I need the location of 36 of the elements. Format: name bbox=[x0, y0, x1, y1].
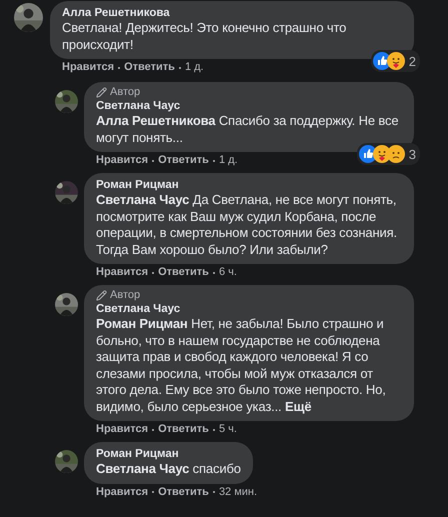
like-link[interactable]: Нравится bbox=[96, 423, 148, 436]
reaction-count: 3 bbox=[408, 146, 416, 162]
timestamp[interactable]: 6 ч. bbox=[218, 266, 237, 279]
reply-link[interactable]: Ответить bbox=[158, 486, 209, 498]
sad-face-icon bbox=[386, 145, 405, 163]
timestamp[interactable]: 32 мин. bbox=[218, 486, 258, 498]
commenter-name[interactable]: Алла Решетникова bbox=[62, 6, 402, 20]
reply-link[interactable]: Ответить bbox=[158, 266, 209, 279]
like-link[interactable]: Нравится bbox=[96, 154, 148, 167]
pencil-icon bbox=[96, 290, 107, 300]
timestamp[interactable]: 1 д. bbox=[184, 61, 204, 74]
reactions-summary[interactable]: 3 bbox=[356, 143, 420, 165]
reactions-summary[interactable]: 2 bbox=[370, 50, 420, 72]
comment-text: Роман Рицман Нет, не забыла! Было страшно и больно, что в нашем государстве не соблюдена защита прав и свобод каждого человека! Я со слезами просила, чтобы мой муж отказался от этого дела. Ему все это было тоже непросто. Но, видимо, было серьезное указ... Ещё bbox=[96, 316, 387, 415]
like-link[interactable]: Нравится bbox=[62, 61, 114, 74]
like-link[interactable]: Нравится bbox=[96, 266, 148, 279]
timestamp[interactable]: 1 д. bbox=[218, 154, 238, 167]
timestamp[interactable]: 5 ч. bbox=[218, 423, 237, 436]
like-link[interactable]: Нравится bbox=[96, 486, 148, 498]
commenter-name[interactable]: Светлана Чаус bbox=[96, 99, 402, 113]
author-label: Автор bbox=[110, 288, 140, 302]
pencil-icon bbox=[96, 86, 107, 98]
author-label: Автор bbox=[110, 85, 140, 99]
commenter-name[interactable]: Роман Рицман bbox=[96, 178, 402, 192]
comment-text: Светлана Чаус спасибо bbox=[96, 461, 241, 478]
hugging-face-icon bbox=[386, 52, 405, 70]
commenter-name[interactable]: Светлана Чаус bbox=[96, 302, 402, 316]
commenter-name[interactable]: Роман Рицман bbox=[96, 447, 241, 461]
see-more-link[interactable]: Ещё bbox=[284, 398, 312, 414]
reply-link[interactable]: Ответить bbox=[158, 154, 209, 167]
reply-link[interactable]: Ответить bbox=[124, 61, 175, 74]
comment-text: Светлана Чаус Да Светлана, не все могут понять, посмотрите как Ваш муж судил Корбана, после операции, в смертельном состоянии без сознания. Тогда Вам хорошо было? Или забыли? bbox=[96, 192, 398, 258]
reply-link[interactable]: Ответить bbox=[158, 423, 209, 436]
comment-text: Светлана! Держитесь! Это конечно страшно что происходит! bbox=[62, 20, 348, 53]
reaction-count: 2 bbox=[408, 54, 416, 68]
comment-text: Алла Решетникова Спасибо за поддержку. Не все могут понять... bbox=[96, 113, 400, 146]
